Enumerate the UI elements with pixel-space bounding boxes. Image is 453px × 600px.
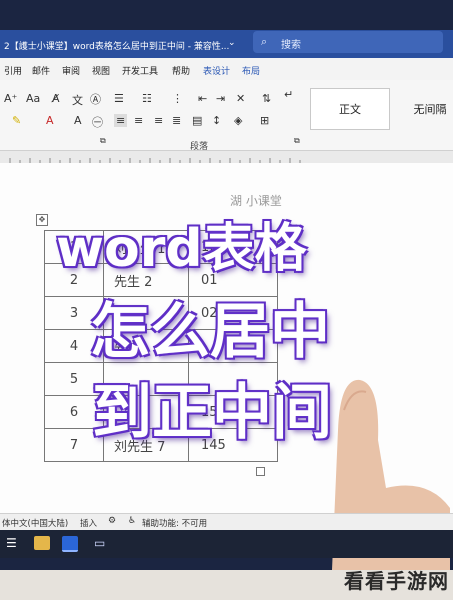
window-title: 2【護士小课堂】word表格怎么居中到正中间 - 兼容性... (4, 42, 230, 52)
line-spacing-icon[interactable]: ↕ (212, 114, 221, 127)
clear-format-icon[interactable]: A̸ (52, 92, 60, 105)
table-resize-handle-icon[interactable] (256, 467, 265, 476)
search-placeholder: 搜索 (281, 40, 301, 51)
font-grow-icon[interactable]: A⁺ (4, 92, 17, 105)
ribbon: A⁺ Aa A̸ 文 Ⓐ ☰ ☷ ⋮ ⇤ ⇥ ✕ ⇅ ↵ ✎ A A ㊀ ≡ ≡… (0, 80, 453, 151)
tab-references[interactable]: 引用 (4, 64, 22, 77)
align-center-icon[interactable]: ≡ (134, 114, 143, 127)
macro-icon[interactable]: ⚙ (108, 516, 116, 526)
phonetic-icon[interactable]: 文 (72, 92, 83, 108)
enclose-char-icon[interactable]: ㊀ (92, 114, 103, 130)
style-normal[interactable]: 正文 (310, 88, 390, 130)
file-explorer-icon[interactable] (34, 536, 50, 550)
increase-indent-icon[interactable]: ⇥ (216, 92, 225, 105)
tab-help[interactable]: 帮助 (172, 64, 190, 77)
word-app-icon[interactable] (62, 536, 78, 552)
sort-icon[interactable]: ⇅ (262, 92, 271, 105)
justify-icon[interactable]: ≣ (172, 114, 181, 127)
style-no-spacing[interactable]: 无间隔 (390, 88, 453, 130)
tab-mailings[interactable]: 邮件 (32, 64, 50, 77)
status-accessibility[interactable]: 辅助功能: 不可用 (142, 517, 207, 529)
paragraph-dialog-launcher-icon[interactable]: ⧉ (294, 136, 300, 146)
accessibility-icon[interactable]: ♿ (128, 516, 136, 526)
shading-icon[interactable]: ◈ (234, 114, 242, 127)
char-border-icon[interactable]: Ⓐ (90, 91, 101, 107)
taskbar: ☰ ▭ (0, 530, 453, 558)
chinese-layout-icon[interactable]: ✕ (236, 92, 245, 105)
tab-review[interactable]: 审阅 (62, 64, 80, 77)
search-icon: ⌕ (261, 35, 268, 48)
chevron-down-icon[interactable]: ⌄ (228, 38, 236, 48)
borders-icon[interactable]: ⊞ (260, 114, 269, 127)
overlay-title-line2: 怎么居中 (90, 297, 330, 367)
menu-bar: 引用 邮件 审阅 视图 开发工具 帮助 表设计 布局 (0, 58, 453, 81)
decrease-indent-icon[interactable]: ⇤ (198, 92, 207, 105)
tab-layout[interactable]: 布局 (242, 64, 260, 77)
watermark: 看看手游网 (344, 569, 449, 593)
font-shrink-icon[interactable]: Aa (26, 92, 40, 105)
show-marks-icon[interactable]: ↵ (284, 88, 293, 101)
font-dialog-launcher-icon[interactable]: ⧉ (100, 136, 106, 146)
bullets-icon[interactable]: ☰ (114, 92, 124, 105)
align-left-icon[interactable]: ≡ (114, 114, 128, 127)
search-input[interactable]: ⌕ 搜索 (253, 31, 443, 53)
meeting-icon[interactable]: ▭ (94, 536, 105, 550)
tab-view[interactable]: 视图 (92, 64, 110, 77)
status-mode[interactable]: 插入 (80, 517, 97, 529)
overlay-title-line1: word表格 (56, 219, 307, 279)
overlay-title-line3: 到正中间 (92, 378, 332, 448)
status-bar: 体中文(中国大陆) 插入 ⚙ ♿ 辅助功能: 不可用 (0, 513, 453, 531)
align-right-icon[interactable]: ≡ (154, 114, 163, 127)
tab-table-design[interactable]: 表设计 (203, 64, 230, 77)
task-view-icon[interactable]: ☰ (6, 536, 17, 550)
char-shading-icon[interactable]: A (74, 114, 82, 127)
status-language[interactable]: 体中文(中国大陆) (2, 517, 68, 529)
highlight-icon[interactable]: ✎ (12, 114, 21, 127)
distributed-icon[interactable]: ▤ (192, 114, 202, 127)
multilevel-list-icon[interactable]: ⋮ (172, 92, 183, 105)
font-color-icon[interactable]: A (46, 114, 54, 127)
tab-developer[interactable]: 开发工具 (122, 64, 158, 77)
numbering-icon[interactable]: ☷ (142, 92, 152, 105)
table-move-handle-icon[interactable]: ✥ (36, 214, 48, 226)
